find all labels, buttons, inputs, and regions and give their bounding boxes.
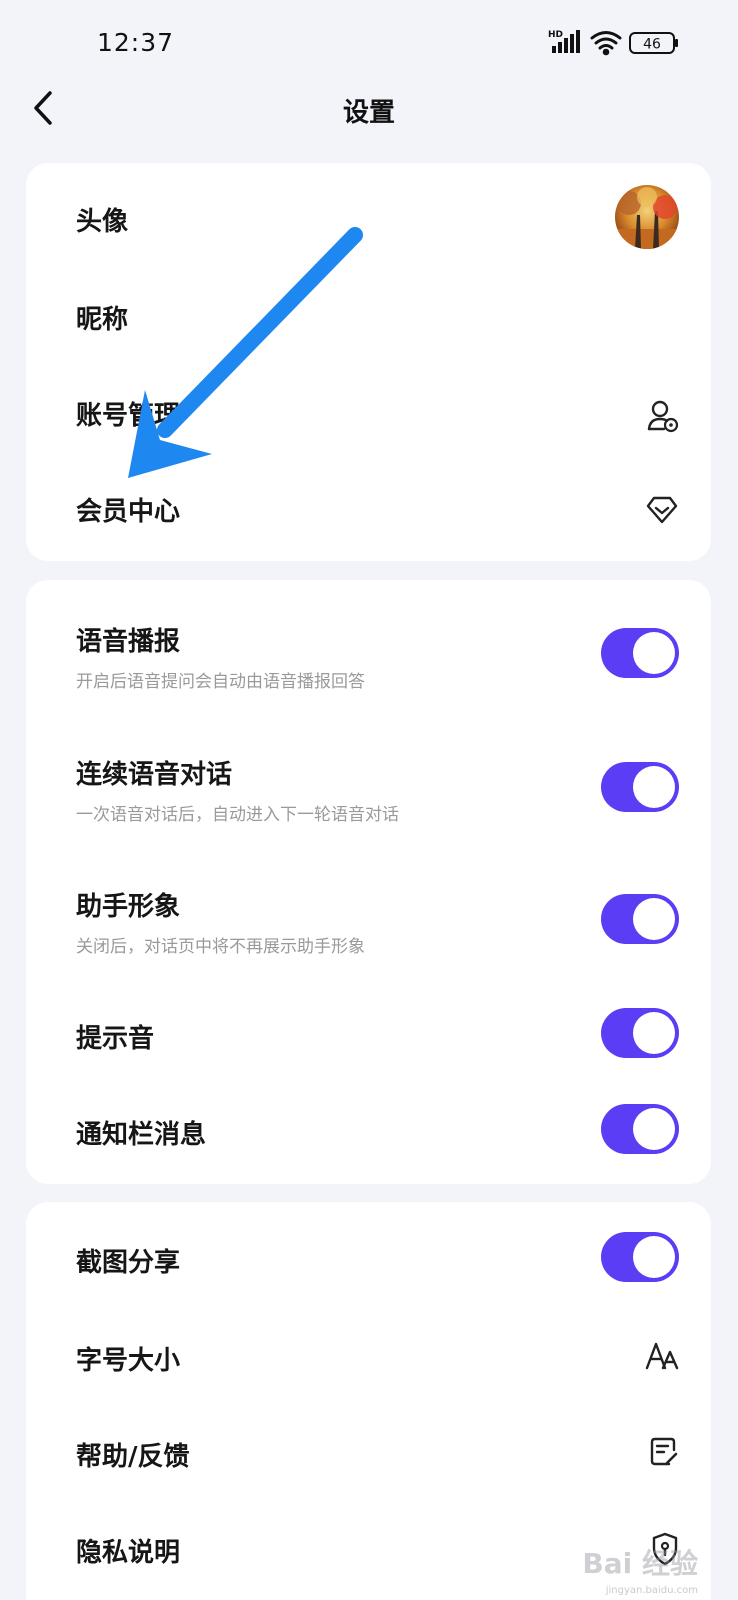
- nav-bar: 设置: [0, 88, 738, 152]
- membership-label: 会员中心: [76, 497, 181, 527]
- voice-card: 语音播报 开启后语音提问会自动由语音播报回答 连续语音对话 一次语音对话后，自动…: [26, 580, 711, 1184]
- watermark-logo: Bai 经验: [582, 1547, 698, 1580]
- toggle-knob: [633, 1236, 675, 1278]
- toggle-knob: [633, 1012, 675, 1054]
- account-card: 头像 昵称 账号管理 会员中心: [26, 163, 711, 561]
- voice-broadcast-label: 语音播报: [76, 627, 181, 657]
- font-size-row[interactable]: 字号大小: [26, 1306, 711, 1402]
- assistant-avatar-toggle[interactable]: [601, 894, 679, 944]
- continuous-voice-toggle[interactable]: [601, 762, 679, 812]
- battery-icon: 46: [629, 32, 678, 54]
- continuous-voice-label: 连续语音对话: [76, 760, 233, 790]
- font-size-icon: [645, 1342, 679, 1370]
- prompt-sound-label: 提示音: [76, 1024, 155, 1054]
- toggle-knob: [633, 766, 675, 808]
- account-manage-label: 账号管理: [76, 401, 181, 431]
- toggle-knob: [633, 898, 675, 940]
- avatar-label: 头像: [76, 207, 129, 237]
- continuous-voice-row: 连续语音对话 一次语音对话后，自动进入下一轮语音对话: [26, 722, 711, 854]
- watermark-url: jingyan.baidu.com: [605, 1585, 698, 1596]
- status-icons-svg: HD 46: [548, 30, 678, 56]
- toggle-knob: [633, 632, 675, 674]
- wifi-icon: [590, 31, 622, 56]
- avatar-image: [615, 185, 679, 249]
- screenshot-share-label: 截图分享: [76, 1248, 181, 1278]
- assistant-avatar-label: 助手形象: [76, 892, 181, 922]
- battery-level: 46: [643, 37, 661, 53]
- assistant-avatar-description: 关闭后，对话页中将不再展示助手形象: [76, 937, 365, 957]
- account-manage-row[interactable]: 账号管理: [26, 369, 711, 465]
- assistant-avatar-row: 助手形象 关闭后，对话页中将不再展示助手形象: [26, 854, 711, 984]
- prompt-sound-row: 提示音: [26, 984, 711, 1080]
- avatar[interactable]: [615, 185, 679, 249]
- notification-toggle[interactable]: [601, 1104, 679, 1154]
- diamond-icon: [646, 496, 678, 524]
- account-manage-icon: [647, 400, 679, 433]
- voice-broadcast-description: 开启后语音提问会自动由语音播报回答: [76, 672, 365, 692]
- help-feedback-label: 帮助/反馈: [76, 1442, 190, 1472]
- font-size-label: 字号大小: [76, 1346, 181, 1376]
- screenshot-share-row: 截图分享: [26, 1202, 711, 1306]
- help-feedback-row[interactable]: 帮助/反馈: [26, 1402, 711, 1498]
- notification-row: 通知栏消息: [26, 1080, 711, 1184]
- toggle-knob: [633, 1108, 675, 1150]
- avatar-row[interactable]: 头像: [26, 163, 711, 273]
- voice-broadcast-row: 语音播报 开启后语音提问会自动由语音播报回答: [26, 580, 711, 722]
- voice-broadcast-toggle[interactable]: [601, 628, 679, 678]
- network-label: HD: [548, 30, 563, 40]
- notification-label: 通知栏消息: [76, 1120, 207, 1150]
- continuous-voice-description: 一次语音对话后，自动进入下一轮语音对话: [76, 805, 399, 825]
- prompt-sound-toggle[interactable]: [601, 1008, 679, 1058]
- nickname-row[interactable]: 昵称: [26, 273, 711, 369]
- page-title: 设置: [342, 98, 395, 128]
- general-card: 截图分享 字号大小 帮助/反馈 隐私说明: [26, 1202, 711, 1600]
- nickname-label: 昵称: [76, 305, 129, 335]
- screenshot-share-toggle[interactable]: [601, 1232, 679, 1282]
- membership-row[interactable]: 会员中心: [26, 465, 711, 561]
- privacy-label: 隐私说明: [76, 1538, 181, 1568]
- status-time: 12:37: [97, 28, 175, 57]
- status-icons: HD 46: [548, 28, 688, 58]
- feedback-icon: [650, 1437, 678, 1466]
- status-bar: 12:37 HD 46: [0, 0, 738, 88]
